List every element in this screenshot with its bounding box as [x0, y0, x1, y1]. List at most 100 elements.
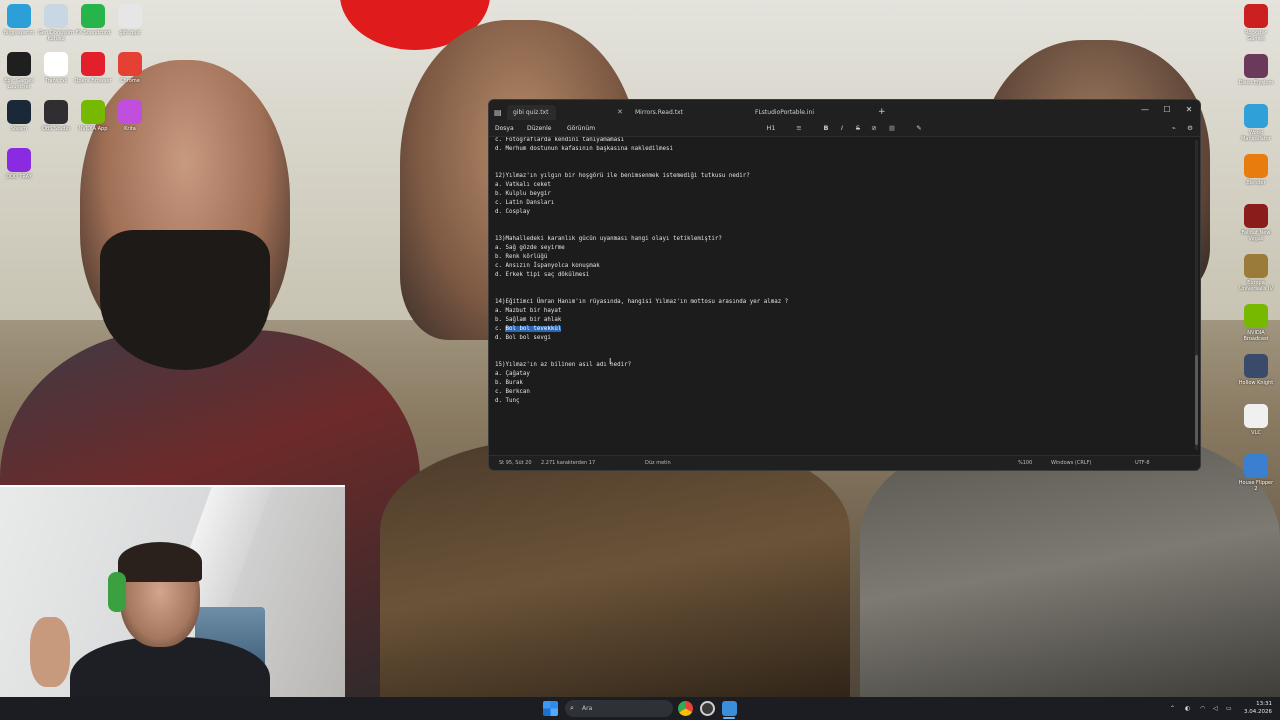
editor-content[interactable]: c. Fotoğraflarda kendini tanıyamaması d. … — [495, 137, 788, 406]
text-line[interactable] — [495, 343, 788, 352]
text-line[interactable]: b. Burak — [495, 379, 788, 388]
tab-flstudio-portable[interactable]: FLstudioPortable.ini — [755, 105, 814, 120]
text-line[interactable]: b. Kulplu beygir — [495, 190, 788, 199]
text-line[interactable]: b. Renk körlüğü — [495, 253, 788, 262]
desktop-icon[interactable]: Fallout New Vegas — [1237, 204, 1275, 242]
maximize-icon[interactable]: ☐ — [1156, 100, 1178, 120]
chrome-taskbar-icon[interactable] — [678, 701, 693, 716]
text-line[interactable]: d. Bol bol sevgi — [495, 334, 788, 343]
copilot-icon[interactable]: ✎ — [913, 120, 925, 137]
minimize-icon[interactable]: — — [1134, 100, 1156, 120]
app-icon — [44, 52, 68, 76]
text-line[interactable]: d. Erkek tipi saç dökülmesi — [495, 271, 788, 280]
wifi-icon[interactable]: ◠ — [1200, 697, 1205, 720]
menu-edit[interactable]: Düzenle — [527, 120, 551, 137]
desktop-icon[interactable]: OBS Studio — [37, 100, 75, 132]
text-line[interactable] — [495, 289, 788, 298]
desktop-icon[interactable]: Trans.txt — [37, 52, 75, 84]
text-line[interactable]: 15)Yılmaz'ın az bilinen asıl adı nedir? — [495, 361, 788, 370]
tab-gibi-quiz[interactable]: gibi quiz.txt — [507, 105, 557, 120]
text-line[interactable] — [495, 226, 788, 235]
tray-app-icon[interactable]: ◐ — [1185, 697, 1190, 720]
windows-start-icon[interactable] — [543, 701, 558, 716]
desktop-icon[interactable]: Geri Dönüşüm Kutusu — [37, 4, 75, 42]
settings-gear-icon[interactable]: ⚙ — [1184, 120, 1196, 137]
text-line[interactable]: c. Bol bol tevekkül — [495, 325, 788, 334]
text-line[interactable]: c. Fotoğraflarda kendini tanıyamaması — [495, 137, 788, 145]
notepad-taskbar-icon[interactable] — [722, 701, 737, 716]
text-line[interactable]: 14)Eğitimci Ümran Hanım'ın rüyasında, ha… — [495, 298, 788, 307]
app-icon — [7, 148, 31, 172]
clock[interactable]: 13:31 3.04.2026 — [1244, 700, 1272, 716]
text-line[interactable]: d. Cosplay — [495, 208, 788, 217]
desktop-icon[interactable]: gibi.quiz — [111, 4, 149, 36]
desktop-icon[interactable]: VLC — [1237, 404, 1275, 436]
desktop-icon[interactable]: House Flipper 2 — [1237, 454, 1275, 492]
desktop-icon[interactable]: NVIDIA App — [74, 100, 112, 132]
close-tab-icon[interactable]: ✕ — [617, 105, 623, 120]
vertical-scrollbar[interactable] — [1195, 140, 1198, 450]
text-line[interactable] — [495, 280, 788, 289]
text-line[interactable]: c. Ansızın İspanyolca konuşmak — [495, 262, 788, 271]
app-icon — [118, 4, 142, 28]
text-line[interactable] — [495, 352, 788, 361]
menu-view[interactable]: Görünüm — [567, 120, 595, 137]
desktop-icon-label: Opera Browser — [74, 78, 112, 84]
desktop-icon[interactable]: Bilgisayarım — [0, 4, 38, 36]
text-line[interactable] — [495, 163, 788, 172]
desktop-icon[interactable]: Krita — [111, 100, 149, 132]
tab-mirrors-read[interactable]: Mirrors.Read.txt — [635, 105, 683, 120]
desktop-icon[interactable]: DDD TRAY — [0, 148, 38, 180]
desktop-icon[interactable]: Opera Browser — [74, 52, 112, 84]
text-line[interactable]: 12)Yılmaz'ın yılgın bir hoşgörü ile beni… — [495, 172, 788, 181]
text-line[interactable]: 13)Mahalledeki karanlık gücün uyanması h… — [495, 235, 788, 244]
desktop-icon[interactable]: Epic Games Launcher — [0, 52, 38, 90]
text-format[interactable]: Düz metin — [645, 456, 671, 470]
list-icon[interactable]: ≡ — [793, 120, 805, 137]
table-icon[interactable]: ▦ — [886, 120, 898, 137]
desktop-icon[interactable]: Chrome — [111, 52, 149, 84]
text-line[interactable]: a. Vatkalı ceket — [495, 181, 788, 190]
text-line[interactable]: c. Latin Dansları — [495, 199, 788, 208]
plus-icon[interactable]: + — [878, 105, 886, 120]
italic-icon[interactable]: I — [836, 120, 848, 137]
title-bar[interactable]: ▤ gibi quiz.txt ✕ Mirrors.Read.txt FLstu… — [489, 100, 1200, 120]
obs-taskbar-icon[interactable] — [700, 701, 715, 716]
app-icon — [7, 100, 31, 124]
text-line[interactable]: a. Çağatay — [495, 370, 788, 379]
menu-file[interactable]: Dosya — [495, 120, 514, 137]
desktop-icon[interactable]: NVIDIA Broadcast — [1237, 304, 1275, 342]
bold-icon[interactable]: B — [820, 120, 832, 137]
tray-chevron-icon[interactable]: ⌃ — [1170, 697, 1175, 720]
heading-button[interactable]: H1 — [765, 120, 777, 137]
battery-icon[interactable]: ▭ — [1226, 697, 1232, 720]
desktop-icon[interactable]: FX Soundcord — [74, 4, 112, 36]
text-line[interactable]: d. Merhum dostunun kafasının başkasına n… — [495, 145, 788, 154]
app-icon — [44, 4, 68, 28]
desktop-icon[interactable]: Blender — [1237, 154, 1275, 186]
text-line[interactable]: b. Sağlam bir ahlak — [495, 316, 788, 325]
app-icon — [1244, 254, 1268, 278]
strikethrough-icon[interactable]: S — [852, 120, 864, 137]
text-line[interactable]: c. Berkcan — [495, 388, 788, 397]
notepad-app-icon: ▤ — [494, 108, 502, 117]
text-line[interactable] — [495, 154, 788, 163]
desktop-icon[interactable]: Wood Manipulator — [1237, 104, 1275, 142]
scrollbar-thumb[interactable] — [1195, 355, 1198, 445]
text-line[interactable]: a. Mazbut bir hayat — [495, 307, 788, 316]
close-icon[interactable]: ✕ — [1178, 100, 1200, 120]
text-line[interactable]: d. Tunç — [495, 397, 788, 406]
search-input[interactable]: ⌕ Ara — [565, 700, 673, 717]
desktop-icon[interactable]: Europa Universalis IV — [1237, 254, 1275, 292]
clear-format-icon[interactable]: ⊘ — [868, 120, 880, 137]
desktop-icon[interactable]: Steam — [0, 100, 38, 132]
desktop-icon[interactable]: Disco Elysium — [1237, 54, 1275, 86]
desktop-icon[interactable]: Rockstar Games — [1237, 4, 1275, 42]
selected-text[interactable]: Bol bol tevekkül — [505, 326, 562, 332]
text-line[interactable] — [495, 217, 788, 226]
text-line[interactable]: a. Sağ gözde seyirme — [495, 244, 788, 253]
volume-icon[interactable]: ◁ — [1213, 697, 1218, 720]
text-editor[interactable]: c. Fotoğraflarda kendini tanıyamaması d. … — [489, 137, 1195, 457]
notifications-icon[interactable]: ⌁ — [1168, 120, 1180, 137]
desktop-icon[interactable]: Hollow Knight — [1237, 354, 1275, 386]
